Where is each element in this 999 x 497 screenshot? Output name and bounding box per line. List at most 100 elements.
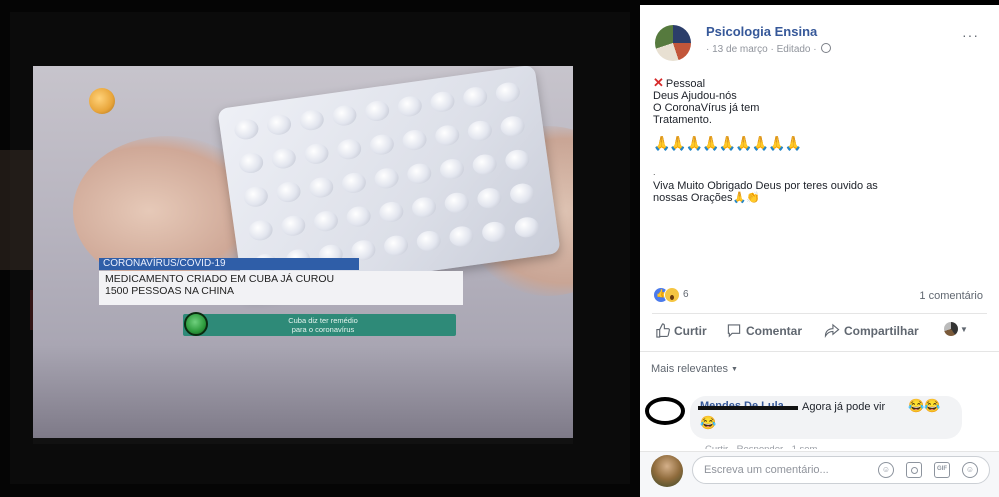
pill [298,108,326,132]
pill [368,133,396,157]
pill [513,215,541,239]
pill [312,209,340,233]
divider [652,313,987,314]
pill [265,113,293,137]
pill [237,151,265,175]
post-line: O CoronaVírus já tem [653,102,760,114]
pill [448,224,475,249]
post-line-text: Pessoal [665,78,706,90]
sticker-icon[interactable]: ☺ [962,462,978,478]
page-avatar[interactable] [655,25,691,61]
pill [378,200,405,224]
emoji-icon[interactable]: ☺ [878,462,894,478]
like-label: Curtir [674,323,707,338]
post-meta: · 13 de março · Editado · [706,43,832,55]
reactor-avatar [944,322,958,336]
laughing-emoji: 😂 [700,415,717,430]
pill [494,81,522,105]
pill [247,218,274,242]
like-button[interactable]: Curtir [655,323,707,338]
more-options-icon[interactable]: ··· [962,27,979,43]
pill [303,142,330,166]
pill [242,185,270,209]
pill [499,114,526,138]
ticker-dot-icon [184,312,208,336]
facebook-post: Psicologia Ensina · 13 de março · Editad… [640,5,999,497]
chevron-down-icon: ▼ [731,366,738,373]
news-ticker: CORONAVÍRUS/COVID-19 MEDICAMENTO CRIADO … [99,258,463,305]
pill [433,123,461,148]
pill [270,146,298,170]
post-line: Tratamento. [653,114,712,126]
headline-line: 1500 PESSOAS NA CHINA [105,285,234,297]
camera-icon[interactable] [906,462,922,478]
comment-icon [727,324,741,338]
comment-label: Comentar [746,323,803,338]
pill [280,214,307,238]
post-line: Viva Muito Obrigado Deus por teres ouvid… [653,180,878,192]
pill [331,103,358,128]
pill [233,117,260,141]
tv-screen: CORONAVÍRUS/COVID-19 MEDICAMENTO CRIADO … [33,66,573,438]
chevron-down-icon: ▼ [960,324,968,334]
post-line: Deus Ajudou-nós [653,90,737,102]
pill [443,191,470,215]
ticker-headline: MEDICAMENTO CRIADO EM CUBA JÁ CUROU 1500… [99,271,463,305]
pill [363,99,391,123]
pill [461,85,489,109]
praying-hands-emoji-row: 🙏🙏🙏🙏🙏🙏🙏🙏🙏 [653,135,802,151]
post-text: ✕ Pessoal Deus Ajudou-nós O CoronaVírus j… [653,75,983,204]
comment-input-placeholder[interactable]: Escreva um comentário... [704,464,829,476]
pill [429,90,456,114]
user-avatar [651,455,683,487]
pill [335,137,363,161]
pill [471,152,498,177]
pill [476,186,503,210]
subtitle-line: para o coronavírus [291,325,355,334]
page-name-link[interactable]: Psicologia Ensina [706,24,817,39]
ticker-subtitle: Cuba diz ter remédio para o coronavírus [253,316,393,334]
gif-icon[interactable]: GIF [934,462,950,478]
post-thanks: Viva Muito Obrigado Deus por teres ouvid… [653,180,983,204]
name-redaction-bar [698,406,798,410]
pill [415,229,443,253]
headline-line: MEDICAMENTO CRIADO EM CUBA JÁ CUROU [105,273,335,285]
comments-count-link[interactable]: 1 comentário [919,290,983,302]
commenter-avatar-redacted[interactable] [645,397,685,425]
tv-photo: CORONAVÍRUS/COVID-19 MEDICAMENTO CRIADO … [0,0,640,497]
reactions-count: 6 [683,289,689,300]
pill [438,157,466,181]
share-button[interactable]: Compartilhar [824,323,919,338]
post-header: Psicologia Ensina · 13 de março · Editad… [640,5,999,65]
pill [382,234,410,258]
cross-mark-icon: ✕ [653,75,664,90]
tv-bottom-edge [33,438,573,444]
comment-button[interactable]: Comentar [726,323,802,338]
thumbs-up-icon [656,323,670,338]
post-actions: Curtir Comentar Compartilhar ▼ [652,319,987,339]
channel-logo [89,88,115,114]
comment-actions[interactable]: Curtir · Responder · 1 sem [705,441,817,449]
pill [504,148,531,172]
relevance-dropdown[interactable]: Mais relevantes ▼ [651,363,738,375]
wow-reaction-icon [664,287,680,303]
post-line: nossas Orações🙏👏 [653,192,760,204]
pill [373,166,400,190]
pill [275,180,302,204]
post-dot: . [653,167,656,177]
post-date[interactable]: · 13 de março · Editado · [706,44,817,55]
reactor-selector[interactable]: ▼ [944,322,968,336]
pill [406,162,433,186]
pill [345,204,372,229]
divider [640,351,999,352]
post-line: ✕ Pessoal [653,75,983,90]
share-icon [824,323,840,338]
globe-icon [821,43,832,53]
pill [508,182,536,206]
pill [401,128,428,152]
pill [340,171,368,195]
relevance-label: Mais relevantes [651,363,729,375]
pill [307,175,335,200]
pill [480,220,508,244]
share-label: Compartilhar [844,323,919,338]
